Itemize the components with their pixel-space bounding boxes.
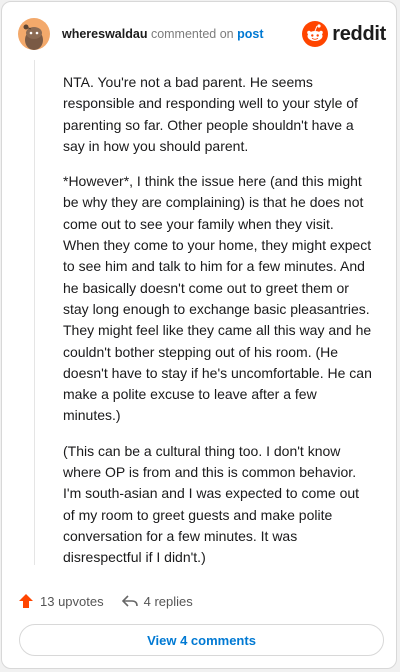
user-avatar[interactable] <box>18 18 50 50</box>
view-comments-button[interactable]: View 4 comments <box>19 624 384 656</box>
replies-button[interactable]: 4 replies <box>121 593 193 609</box>
post-link[interactable]: post <box>237 27 263 41</box>
reply-arrow-icon <box>121 595 138 607</box>
reddit-logo-icon <box>302 21 329 47</box>
comment-header: whereswaldau commented on post reddit <box>18 16 386 52</box>
comment-paragraph: *However*, I think the issue here (and t… <box>63 173 372 424</box>
upvote-count: 13 upvotes <box>40 593 104 609</box>
action-text: commented on <box>150 27 234 41</box>
comment-paragraph: (This can be a cultural thing too. I don… <box>63 442 360 566</box>
upvote-button[interactable]: 13 upvotes <box>18 593 104 609</box>
comment-actions: 13 upvotes 4 replies <box>18 590 211 612</box>
reddit-brand[interactable]: reddit <box>302 20 386 48</box>
reddit-wordmark: reddit <box>332 22 386 45</box>
comment-paragraph: NTA. You're not a bad parent. He seems r… <box>63 74 358 154</box>
username-link[interactable]: whereswaldau <box>62 27 147 41</box>
comment-body: NTA. You're not a bad parent. He seems r… <box>63 72 373 583</box>
comment-card: whereswaldau commented on post reddit NT… <box>1 1 397 669</box>
comment-meta: whereswaldau commented on post <box>62 27 264 41</box>
snoo-avatar-icon <box>23 24 43 50</box>
thread-line[interactable] <box>34 60 35 565</box>
upvote-arrow-icon <box>19 594 33 608</box>
reply-count: 4 replies <box>143 593 193 609</box>
